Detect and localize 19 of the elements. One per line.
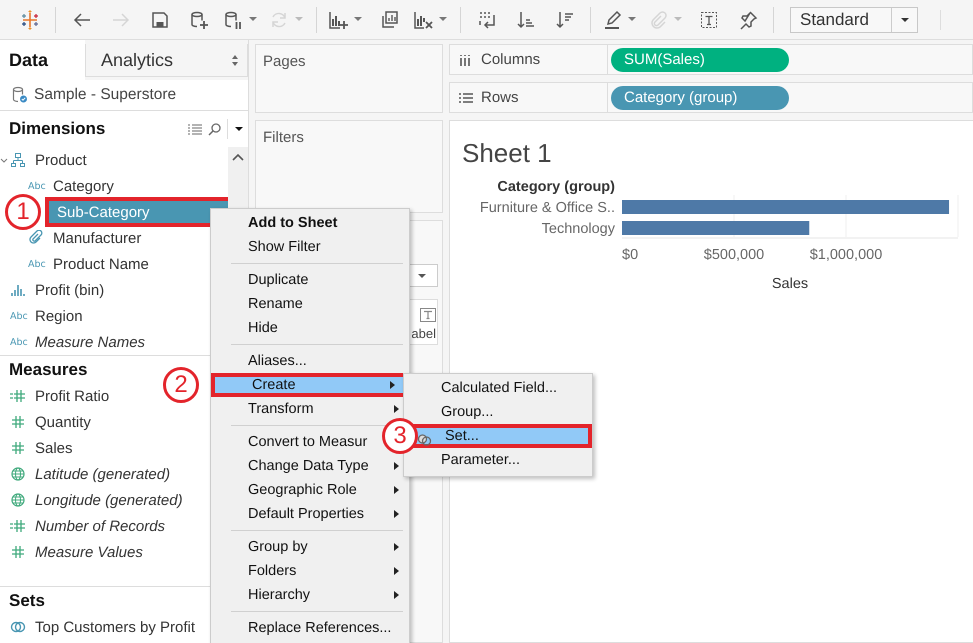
category-label: Furniture & Office S.. (480, 200, 615, 216)
section-title: Measures (9, 360, 88, 380)
sheet-title: Sheet 1 (462, 137, 553, 170)
section-title: Dimensions (9, 119, 106, 139)
type-label: Abc (28, 258, 46, 270)
axis-title: Sales (772, 276, 808, 292)
tick-label: $0 (622, 247, 638, 263)
type-label: Abc (10, 336, 28, 348)
tick-label: $500,000 (704, 247, 764, 263)
card-title: Pages (263, 53, 306, 70)
card-title: Filters (263, 129, 304, 146)
type-label: Abc (10, 310, 28, 322)
section-title: Sets (9, 590, 45, 610)
shelf-label: Columns (481, 51, 540, 68)
axis-title: Category (group) (497, 179, 615, 195)
tick-label: $1,000,000 (810, 247, 882, 263)
type-label: Abc (28, 180, 46, 192)
category-label: Technology (542, 221, 615, 237)
shelf-label: Rows (481, 89, 519, 106)
